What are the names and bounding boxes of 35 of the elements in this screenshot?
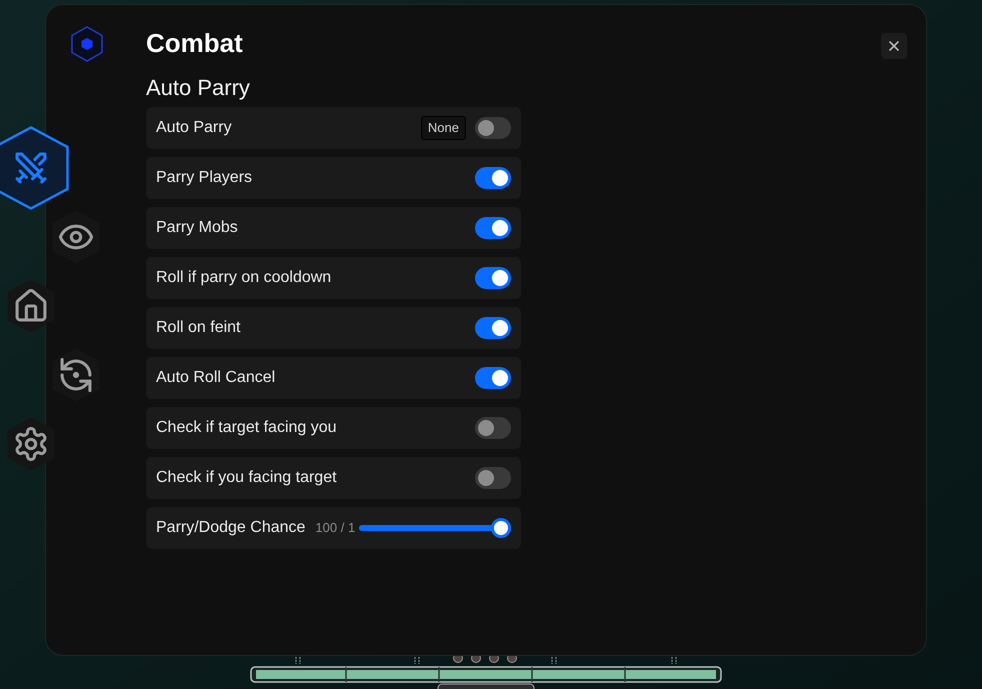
tick-mark <box>414 656 420 664</box>
toggle-switch[interactable] <box>475 217 511 239</box>
gear-icon <box>14 427 48 461</box>
setting-label: Check if target facing you <box>156 418 337 438</box>
toggle-switch[interactable] <box>475 417 511 439</box>
toggle-switch[interactable] <box>475 117 511 139</box>
tick-mark <box>296 656 300 664</box>
window-title: Combat <box>146 27 244 59</box>
close-icon <box>889 41 899 51</box>
toggle-switch[interactable] <box>475 467 511 489</box>
swords-icon <box>14 151 48 185</box>
setting-label: Roll on feint <box>156 318 240 338</box>
setting-label: Auto Parry <box>156 118 232 138</box>
toggle-switch[interactable] <box>475 367 511 389</box>
refresh-icon <box>59 358 93 392</box>
setting-label: Check if you facing target <box>156 468 337 488</box>
toggle-switch[interactable] <box>475 267 511 289</box>
setting-label: Auto Roll Cancel <box>156 368 276 388</box>
setting-label: Parry/Dodge Chance <box>156 518 306 538</box>
slider-value: 100 / 1 <box>315 519 356 538</box>
tick-mark <box>552 656 556 664</box>
section-title: Auto Parry <box>146 74 251 102</box>
setting-label: Roll if parry on cooldown <box>156 268 332 288</box>
setting-label: Parry Players <box>156 168 252 188</box>
tick-mark <box>672 656 676 664</box>
keybind-button[interactable]: None <box>420 116 466 140</box>
toggle-switch[interactable] <box>475 167 511 189</box>
setting-label: Parry Mobs <box>156 218 238 238</box>
home-icon <box>14 289 48 323</box>
slider[interactable] <box>359 518 511 538</box>
toggle-switch[interactable] <box>475 317 511 339</box>
close-button[interactable] <box>881 33 907 59</box>
logo-icon <box>71 26 103 62</box>
slider-thumb[interactable] <box>491 518 511 538</box>
nav-tab[interactable] <box>0 126 69 210</box>
